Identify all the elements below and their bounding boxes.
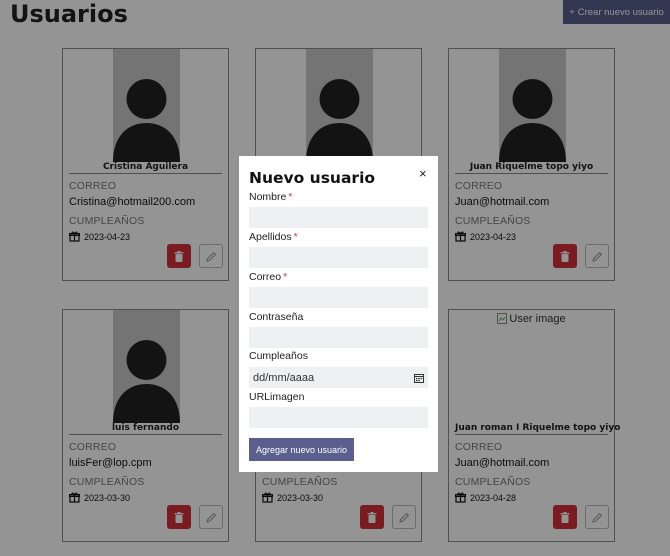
new-user-dialog: Nuevo usuario × Nombre * Apellidos * Corre… bbox=[239, 156, 438, 472]
image-url-field[interactable] bbox=[249, 407, 428, 428]
users-page: Usuarios + Crear nuevo usuario Cristina … bbox=[0, 0, 670, 556]
lastname-label: Apellidos * bbox=[249, 231, 298, 243]
add-user-button[interactable]: Agregar nuevo usuario bbox=[249, 438, 354, 461]
email-field[interactable] bbox=[249, 287, 428, 308]
email-label: Correo * bbox=[249, 271, 288, 283]
calendar-icon[interactable] bbox=[414, 373, 424, 383]
close-icon[interactable]: × bbox=[419, 166, 427, 181]
name-label: Nombre * bbox=[249, 191, 293, 203]
name-field[interactable] bbox=[249, 207, 428, 228]
birthday-placeholder: dd/mm/aaaa bbox=[253, 371, 315, 384]
birthday-field-label: Cumpleaños bbox=[249, 350, 308, 362]
lastname-field[interactable] bbox=[249, 247, 428, 268]
dialog-title: Nuevo usuario bbox=[249, 169, 376, 187]
password-label: Contraseña bbox=[249, 311, 304, 323]
birthday-field[interactable]: dd/mm/aaaa bbox=[249, 367, 428, 388]
password-field[interactable] bbox=[249, 327, 428, 348]
image-url-label: URLimagen bbox=[249, 391, 305, 403]
